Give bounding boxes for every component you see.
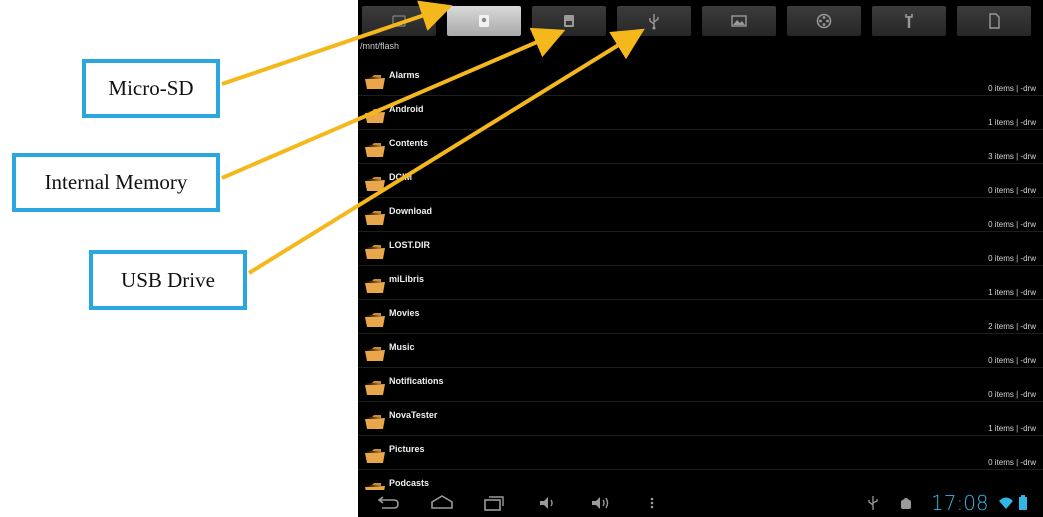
clock: 17:08 [931,491,989,515]
folder-row[interactable]: miLibris 1 items | -drw [358,266,1043,300]
tools-icon [905,14,913,28]
sd-card-icon [479,15,489,27]
folder-icon [365,109,385,123]
usb-drive-label: USB Drive [121,267,215,292]
folder-info: 0 items | -drw [988,458,1036,467]
folder-icon [365,279,385,293]
folder-name: Podcasts [389,478,430,488]
folder-row[interactable]: Music 0 items | -drw [358,334,1043,368]
tab-storage[interactable] [362,6,436,36]
folder-row[interactable]: Download 0 items | -drw [358,198,1043,232]
home-icon[interactable] [428,494,456,512]
film-reel-icon [816,13,832,29]
folder-icon [365,449,385,463]
folder-icon [365,143,385,157]
folder-name: NovaTester [389,410,438,420]
tab-video[interactable] [787,6,861,36]
tab-internal-memory[interactable] [532,6,606,36]
folder-info: 2 items | -drw [988,322,1036,331]
current-path: /mnt/flash [360,41,400,51]
folder-row[interactable]: NovaTester 1 items | -drw [358,402,1043,436]
volume-up-icon[interactable] [588,494,614,512]
folder-name: DCIM [389,172,412,182]
folder-name: miLibris [389,274,425,284]
storage-tab-bar [358,0,1043,40]
folder-row[interactable]: Android 1 items | -drw [358,96,1043,130]
folder-row[interactable]: Movies 2 items | -drw [358,300,1043,334]
android-debug-icon [901,498,911,509]
usb-notification-icon [868,496,878,510]
folder-icon [365,313,385,327]
folder-name: Android [389,104,424,114]
tablet-screen: /mnt/flash Alarms 0 items | -drw Android 1 … [358,0,1043,517]
folder-icon [365,347,385,361]
volume-down-icon[interactable] [536,494,558,512]
folder-name: Alarms [389,70,420,80]
usb-icon [649,14,659,30]
folder-info: 1 items | -drw [988,424,1036,433]
folder-row[interactable]: Contents 3 items | -drw [358,130,1043,164]
tab-usb[interactable] [617,6,691,36]
wifi-icon [999,497,1013,509]
folder-info: 0 items | -drw [988,84,1036,93]
folder-name: Movies [389,308,420,318]
tab-sd-card[interactable] [447,6,521,36]
folder-icon [365,211,385,225]
micro-sd-callout: Micro-SD [82,59,220,118]
folder-name: Pictures [389,444,425,454]
folder-info: 1 items | -drw [988,288,1036,297]
document-icon [989,13,1000,29]
tab-pictures[interactable] [702,6,776,36]
system-bar: 17:08 [358,490,1043,517]
recent-apps-icon[interactable] [482,494,506,512]
internal-memory-label: Internal Memory [44,170,188,194]
picture-icon [731,15,747,27]
folder-icon [365,415,385,429]
folder-name: Contents [389,138,428,148]
folder-info: 3 items | -drw [988,152,1036,161]
folder-list: Alarms 0 items | -drw Android 1 items | -dr… [358,62,1043,490]
folder-name: Music [389,342,415,352]
folder-row[interactable]: DCIM 0 items | -drw [358,164,1043,198]
folder-row[interactable]: Podcasts [358,470,1043,490]
folder-name: Notifications [389,376,444,386]
folder-icon [365,177,385,191]
internal-memory-icon [564,15,574,27]
folder-icon [365,483,385,490]
folder-row[interactable]: LOST.DIR 0 items | -drw [358,232,1043,266]
folder-row[interactable]: Pictures 0 items | -drw [358,436,1043,470]
folder-row[interactable]: Notifications 0 items | -drw [358,368,1043,402]
folder-info: 0 items | -drw [988,220,1036,229]
folder-info: 0 items | -drw [988,186,1036,195]
folder-icon [365,75,385,89]
micro-sd-label: Micro-SD [108,76,194,100]
usb-drive-callout: USB Drive [89,250,247,310]
menu-icon[interactable] [648,494,656,512]
folder-name: Download [389,206,432,216]
folder-info: 1 items | -drw [988,118,1036,127]
folder-name: LOST.DIR [389,240,431,250]
folder-info: 0 items | -drw [988,254,1036,263]
folder-info: 0 items | -drw [988,356,1036,365]
storage-icon [392,15,406,27]
folder-info: 0 items | -drw [988,390,1036,399]
tab-tools[interactable] [872,6,946,36]
folder-icon [365,381,385,395]
back-icon[interactable] [374,494,400,512]
tab-documents[interactable] [957,6,1031,36]
folder-icon [365,245,385,259]
battery-icon [1019,495,1027,510]
folder-row[interactable]: Alarms 0 items | -drw [358,62,1043,96]
internal-memory-callout: Internal Memory [12,153,220,212]
